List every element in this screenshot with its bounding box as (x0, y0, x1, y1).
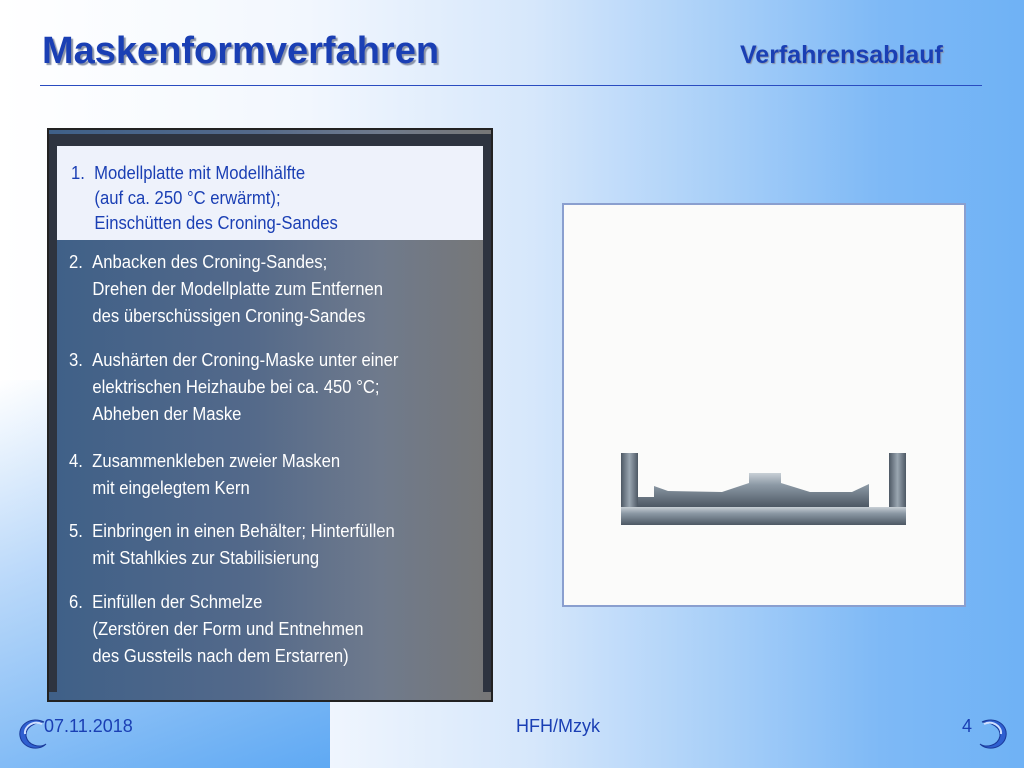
step-line: Einschütten des Croning-Sandes (94, 212, 338, 233)
step-number: 1. (71, 162, 85, 183)
step-line: des Gussteils nach dem Erstarren) (92, 645, 349, 666)
step-3: 3. Aushärten der Croning-Maske unter ein… (69, 346, 398, 427)
step-line: (Zerstören der Form und Entnehmen (92, 618, 364, 639)
step-line: (auf ca. 250 °C erwärmt); (94, 187, 281, 208)
panel-right-edge (483, 134, 491, 692)
pattern-plate-drawing (621, 453, 906, 525)
step-line: mit eingelegtem Kern (92, 477, 250, 498)
step-line: Drehen der Modellplatte zum Entfernen (92, 278, 384, 299)
step-line: Einbringen in einen Behälter; Hinterfüll… (92, 520, 395, 541)
step-6: 6. Einfüllen der Schmelze (Zerstören der… (69, 588, 364, 669)
step-2: 2. Anbacken des Croning-Sandes; Drehen d… (69, 248, 383, 329)
panel-top-edge (49, 134, 491, 146)
previous-slide-button[interactable] (14, 714, 54, 754)
title-divider (40, 85, 982, 86)
step-line: Einfüllen der Schmelze (92, 591, 263, 612)
swirl-arrow-left-icon (19, 719, 47, 749)
page-number: 4 (962, 716, 973, 736)
plate-base (621, 507, 906, 525)
next-slide-button[interactable] (972, 714, 1012, 754)
step-line: Zusammenkleben zweier Masken (92, 450, 341, 471)
step-line: Anbacken des Croning-Sandes; (92, 251, 328, 272)
panel-left-edge (49, 134, 57, 692)
step-line: Aushärten der Croning-Maske unter einer (92, 349, 399, 370)
pattern-half (638, 473, 869, 507)
page-title: Maskenformverfahren (42, 30, 440, 72)
step-number: 6. (69, 591, 83, 612)
step-line: des überschüssigen Croning-Sandes (92, 305, 366, 326)
footer-date: 07.11.2018 (44, 716, 133, 736)
step-number: 5. (69, 520, 83, 541)
step-line: Abheben der Maske (92, 403, 242, 424)
swirl-arrow-right-icon (979, 719, 1007, 749)
process-steps-panel: 1. Modellplatte mit Modellhälfte (auf ca… (47, 128, 493, 702)
step-line: Modellplatte mit Modellhälfte (94, 162, 306, 183)
step-number: 4. (69, 450, 83, 471)
step-line: elektrischen Heizhaube bei ca. 450 °C; (92, 376, 380, 397)
step-number: 2. (69, 251, 83, 272)
step-5: 5. Einbringen in einen Behälter; Hinterf… (69, 517, 395, 571)
step-4: 4. Zusammenkleben zweier Masken mit eing… (69, 447, 340, 501)
step-1: 1. Modellplatte mit Modellhälfte (auf ca… (71, 160, 338, 235)
section-subtitle: Verfahrensablauf (740, 41, 943, 69)
footer-author: HFH/Mzyk (516, 716, 600, 736)
step-line: mit Stahlkies zur Stabilisierung (92, 547, 320, 568)
step-number: 3. (69, 349, 83, 370)
process-illustration (562, 203, 966, 607)
